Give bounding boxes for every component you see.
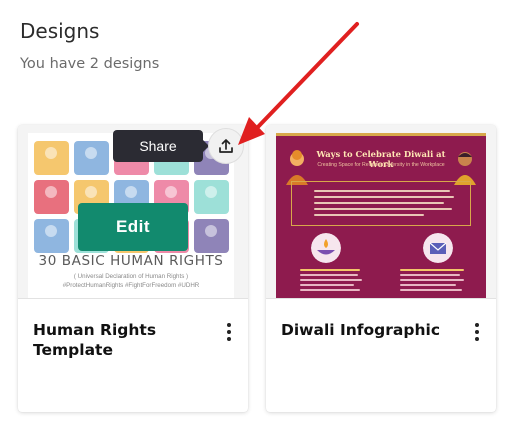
card-divider [18, 298, 248, 299]
share-button[interactable] [208, 128, 244, 164]
card-divider [266, 298, 496, 299]
design-count: You have 2 designs [20, 56, 160, 72]
upload-icon [219, 139, 233, 153]
kebab-menu-icon [475, 323, 479, 327]
poster-heading: 30 BASIC HUMAN RIGHTS [38, 253, 224, 269]
design-title[interactable]: Human Rights Template [33, 320, 203, 360]
design-card-diwali[interactable]: Ways to Celebrate Diwali at Work Creatin… [266, 125, 496, 412]
design-title[interactable]: Diwali Infographic [281, 320, 451, 340]
design-card-human-rights[interactable]: 30 BASIC HUMAN RIGHTS ( Universal Declar… [18, 125, 248, 412]
kebab-menu-icon [227, 323, 231, 327]
more-options-button[interactable] [222, 321, 236, 343]
poster-hashtags: #ProtectHumanRights #FightForFreedom #UD… [62, 282, 200, 289]
poster-subheading: ( Universal Declaration of Human Rights … [73, 273, 189, 280]
intro-text-box [291, 181, 471, 226]
person-illustration-icon [286, 150, 308, 185]
edit-button[interactable]: Edit [78, 203, 188, 251]
diya-lamp-icon [311, 233, 341, 263]
page-title: Designs [20, 19, 100, 43]
share-tooltip: Share [113, 130, 209, 162]
envelope-icon [423, 233, 453, 263]
infographic-subheading: Creating Space for Religious Diversity i… [317, 162, 445, 168]
person-illustration-icon [454, 152, 476, 185]
more-options-button[interactable] [470, 321, 484, 343]
design-thumbnail[interactable]: Ways to Celebrate Diwali at Work Creatin… [266, 125, 496, 298]
diwali-infographic-preview: Ways to Celebrate Diwali at Work Creatin… [276, 133, 486, 298]
